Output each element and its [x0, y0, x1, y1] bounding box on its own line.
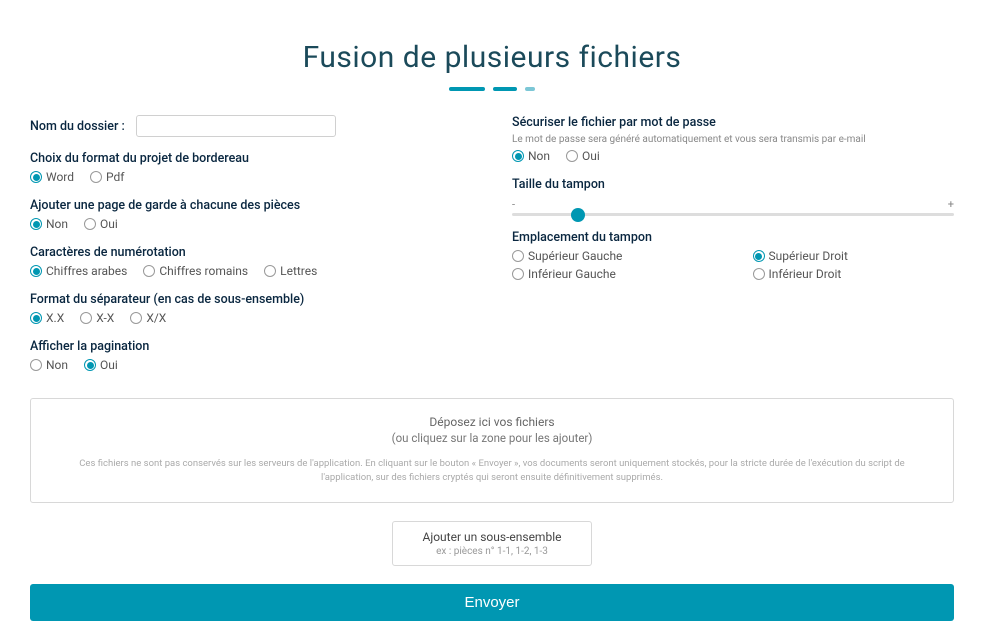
secure-label: Sécuriser le fichier par mot de passe: [512, 115, 954, 130]
pagination-field: Afficher la pagination Non Oui: [30, 339, 472, 372]
slider-thumb[interactable]: [571, 208, 585, 222]
folder-name-input[interactable]: [136, 115, 336, 137]
page-title: Fusion de plusieurs fichiers: [0, 40, 984, 75]
cover-non-radio[interactable]: Non: [30, 217, 68, 231]
stamp-sup-gauche-radio[interactable]: Supérieur Gauche: [512, 249, 729, 263]
stamp-inf-droit-radio[interactable]: Inférieur Droit: [753, 267, 954, 281]
format-choice-field: Choix du format du projet de bordereau W…: [30, 151, 472, 184]
pagination-oui-radio[interactable]: Oui: [84, 358, 118, 372]
numbering-letters-radio[interactable]: Lettres: [264, 264, 317, 278]
dropzone-disclaimer: Ces fichiers ne sont pas conservés sur l…: [52, 457, 932, 486]
folder-name-field: Nom du dossier :: [30, 115, 472, 137]
separator-slash-radio[interactable]: X/X: [130, 311, 166, 325]
add-subset-title: Ajouter un sous-ensemble: [423, 530, 562, 544]
stamp-sup-droit-radio[interactable]: Supérieur Droit: [753, 249, 954, 263]
stamp-size-slider[interactable]: - +: [512, 198, 954, 216]
format-word-radio[interactable]: Word: [30, 170, 74, 184]
slider-min: -: [512, 198, 515, 211]
title-underline: [0, 87, 984, 91]
separator-label: Format du séparateur (en cas de sous-ens…: [30, 292, 472, 307]
dropzone-line1: Déposez ici vos fichiers: [51, 415, 933, 429]
pagination-label: Afficher la pagination: [30, 339, 472, 354]
add-subset-box[interactable]: Ajouter un sous-ensemble ex : pièces n° …: [392, 521, 593, 566]
numbering-roman-radio[interactable]: Chiffres romains: [143, 264, 248, 278]
stamp-size-label: Taille du tampon: [512, 177, 954, 192]
stamp-position-field: Emplacement du tampon Supérieur Gauche S…: [512, 230, 954, 281]
folder-name-label: Nom du dossier :: [30, 119, 125, 134]
numbering-label: Caractères de numérotation: [30, 245, 472, 260]
slider-max: +: [948, 198, 954, 211]
separator-dot-radio[interactable]: X.X: [30, 311, 64, 325]
cover-page-label: Ajouter une page de garde à chacune des …: [30, 198, 472, 213]
format-choice-label: Choix du format du projet de bordereau: [30, 151, 472, 166]
stamp-position-label: Emplacement du tampon: [512, 230, 954, 245]
format-pdf-radio[interactable]: Pdf: [90, 170, 124, 184]
file-dropzone[interactable]: Déposez ici vos fichiers (ou cliquez sur…: [30, 398, 954, 503]
separator-dash-radio[interactable]: X-X: [80, 311, 114, 325]
stamp-size-field: Taille du tampon - +: [512, 177, 954, 216]
add-subset-hint: ex : pièces n° 1-1, 1-2, 1-3: [423, 546, 562, 557]
submit-button[interactable]: Envoyer: [30, 584, 954, 621]
secure-oui-radio[interactable]: Oui: [566, 149, 600, 163]
cover-oui-radio[interactable]: Oui: [84, 217, 118, 231]
stamp-inf-gauche-radio[interactable]: Inférieur Gauche: [512, 267, 729, 281]
numbering-field: Caractères de numérotation Chiffres arab…: [30, 245, 472, 278]
secure-non-radio[interactable]: Non: [512, 149, 550, 163]
cover-page-field: Ajouter une page de garde à chacune des …: [30, 198, 472, 231]
secure-field: Sécuriser le fichier par mot de passe Le…: [512, 115, 954, 163]
dropzone-line2: (ou cliquez sur la zone pour les ajouter…: [51, 431, 933, 445]
secure-sublabel: Le mot de passe sera généré automatiquem…: [512, 134, 954, 145]
separator-field: Format du séparateur (en cas de sous-ens…: [30, 292, 472, 325]
pagination-non-radio[interactable]: Non: [30, 358, 68, 372]
numbering-arabic-radio[interactable]: Chiffres arabes: [30, 264, 127, 278]
